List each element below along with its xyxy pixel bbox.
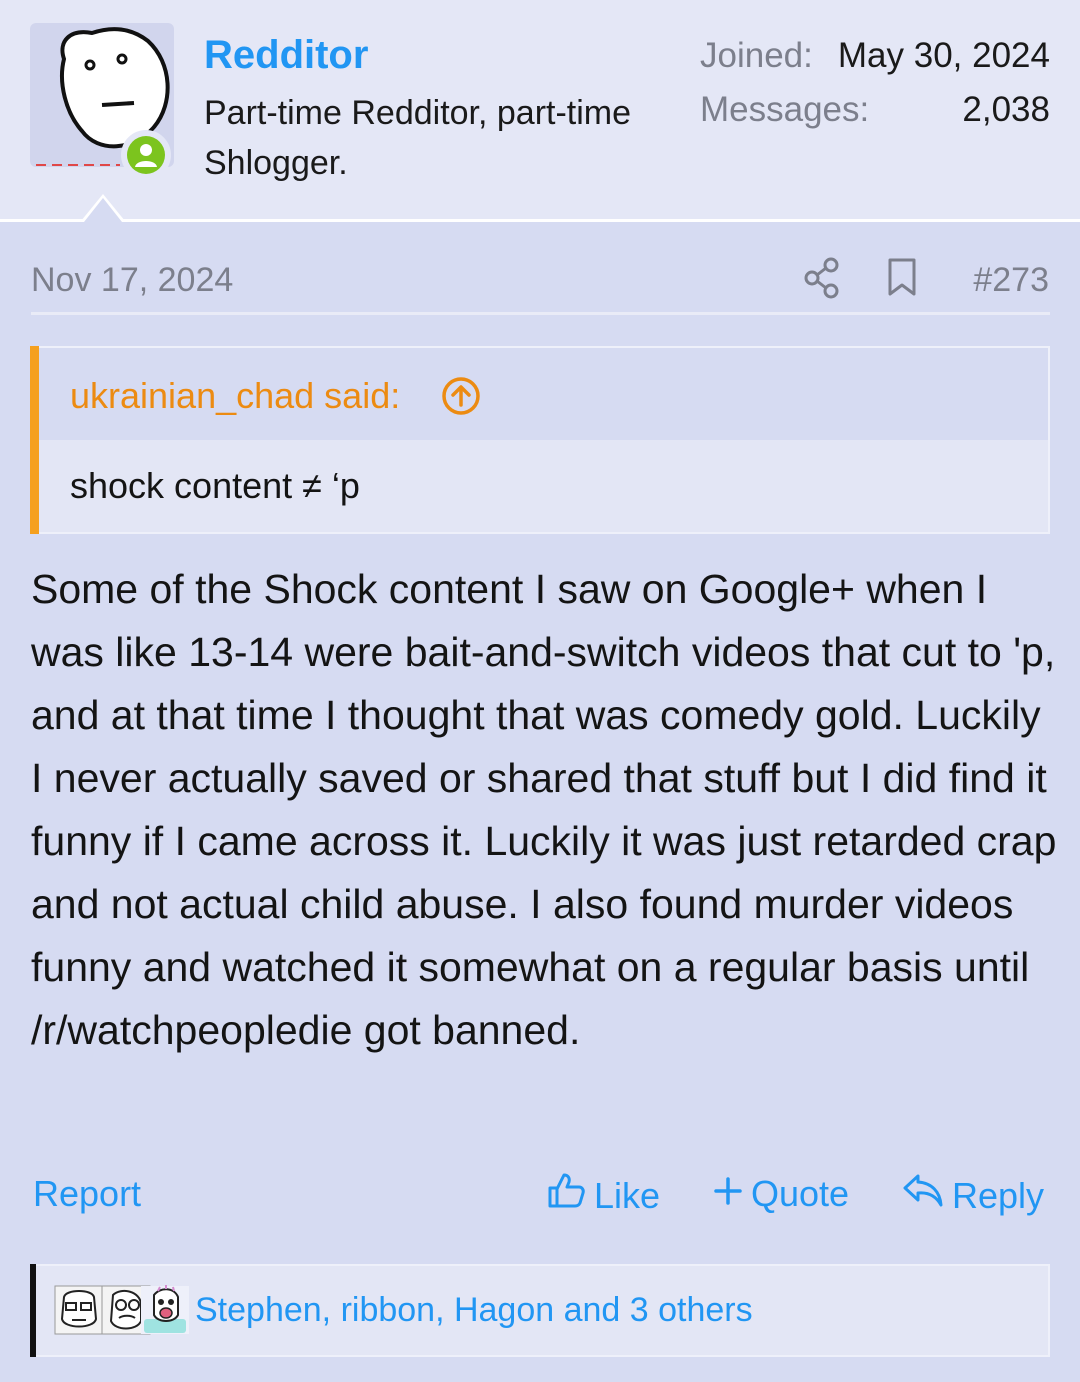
post-message-body: Some of the Shock content I saw on Googl… bbox=[31, 566, 1057, 1053]
online-status-icon bbox=[121, 130, 171, 180]
user-stats: Joined: May 30, 2024 Messages: 2,038 bbox=[700, 33, 1050, 141]
user-block-pointer-fill bbox=[84, 198, 122, 222]
stat-label: Joined: bbox=[700, 36, 813, 75]
quote-button[interactable]: Quote bbox=[713, 1170, 849, 1218]
reply-label: Reply bbox=[952, 1175, 1045, 1216]
user-block-divider bbox=[0, 219, 1080, 222]
reactor-avatar[interactable] bbox=[140, 1285, 190, 1335]
stat-value[interactable]: 2,038 bbox=[962, 87, 1050, 133]
report-label: Report bbox=[33, 1173, 142, 1214]
like-label: Like bbox=[594, 1175, 661, 1216]
user-title: Part-time Redditor, part-time Shlogger. bbox=[204, 94, 632, 182]
reactor-avatar[interactable] bbox=[54, 1285, 104, 1335]
stat-messages: Messages: 2,038 bbox=[700, 87, 1050, 141]
post-date[interactable]: Nov 17, 2024 bbox=[31, 258, 233, 302]
bookmark-icon[interactable] bbox=[886, 256, 918, 305]
reply-arrow-icon bbox=[902, 1170, 944, 1222]
quote-label: Quote bbox=[751, 1173, 850, 1214]
thumbs-up-icon bbox=[546, 1170, 586, 1222]
stat-label: Messages: bbox=[700, 90, 870, 129]
stat-value: May 30, 2024 bbox=[837, 36, 1050, 75]
post-meta-divider bbox=[31, 312, 1050, 315]
like-button[interactable]: Like bbox=[546, 1170, 660, 1222]
quote-text: shock content ≠ ‘p bbox=[70, 465, 360, 506]
quote-author-link[interactable]: ukrainian_chad said: bbox=[70, 373, 400, 419]
reply-button[interactable]: Reply bbox=[902, 1170, 1044, 1222]
post-permalink-number[interactable]: #273 bbox=[973, 258, 1049, 302]
stat-joined: Joined: May 30, 2024 bbox=[700, 33, 1050, 87]
quote-accent-bar bbox=[30, 346, 39, 534]
plus-icon bbox=[713, 1170, 743, 1218]
report-button[interactable]: Report bbox=[33, 1170, 141, 1218]
reactions-summary-link[interactable]: Stephen, ribbon, Hagon and 3 others bbox=[195, 1286, 753, 1334]
username-link[interactable]: Redditor bbox=[204, 30, 368, 80]
reactions-accent-bar bbox=[30, 1264, 36, 1357]
arrow-up-circle-icon[interactable] bbox=[440, 375, 482, 422]
share-icon[interactable] bbox=[802, 256, 842, 305]
